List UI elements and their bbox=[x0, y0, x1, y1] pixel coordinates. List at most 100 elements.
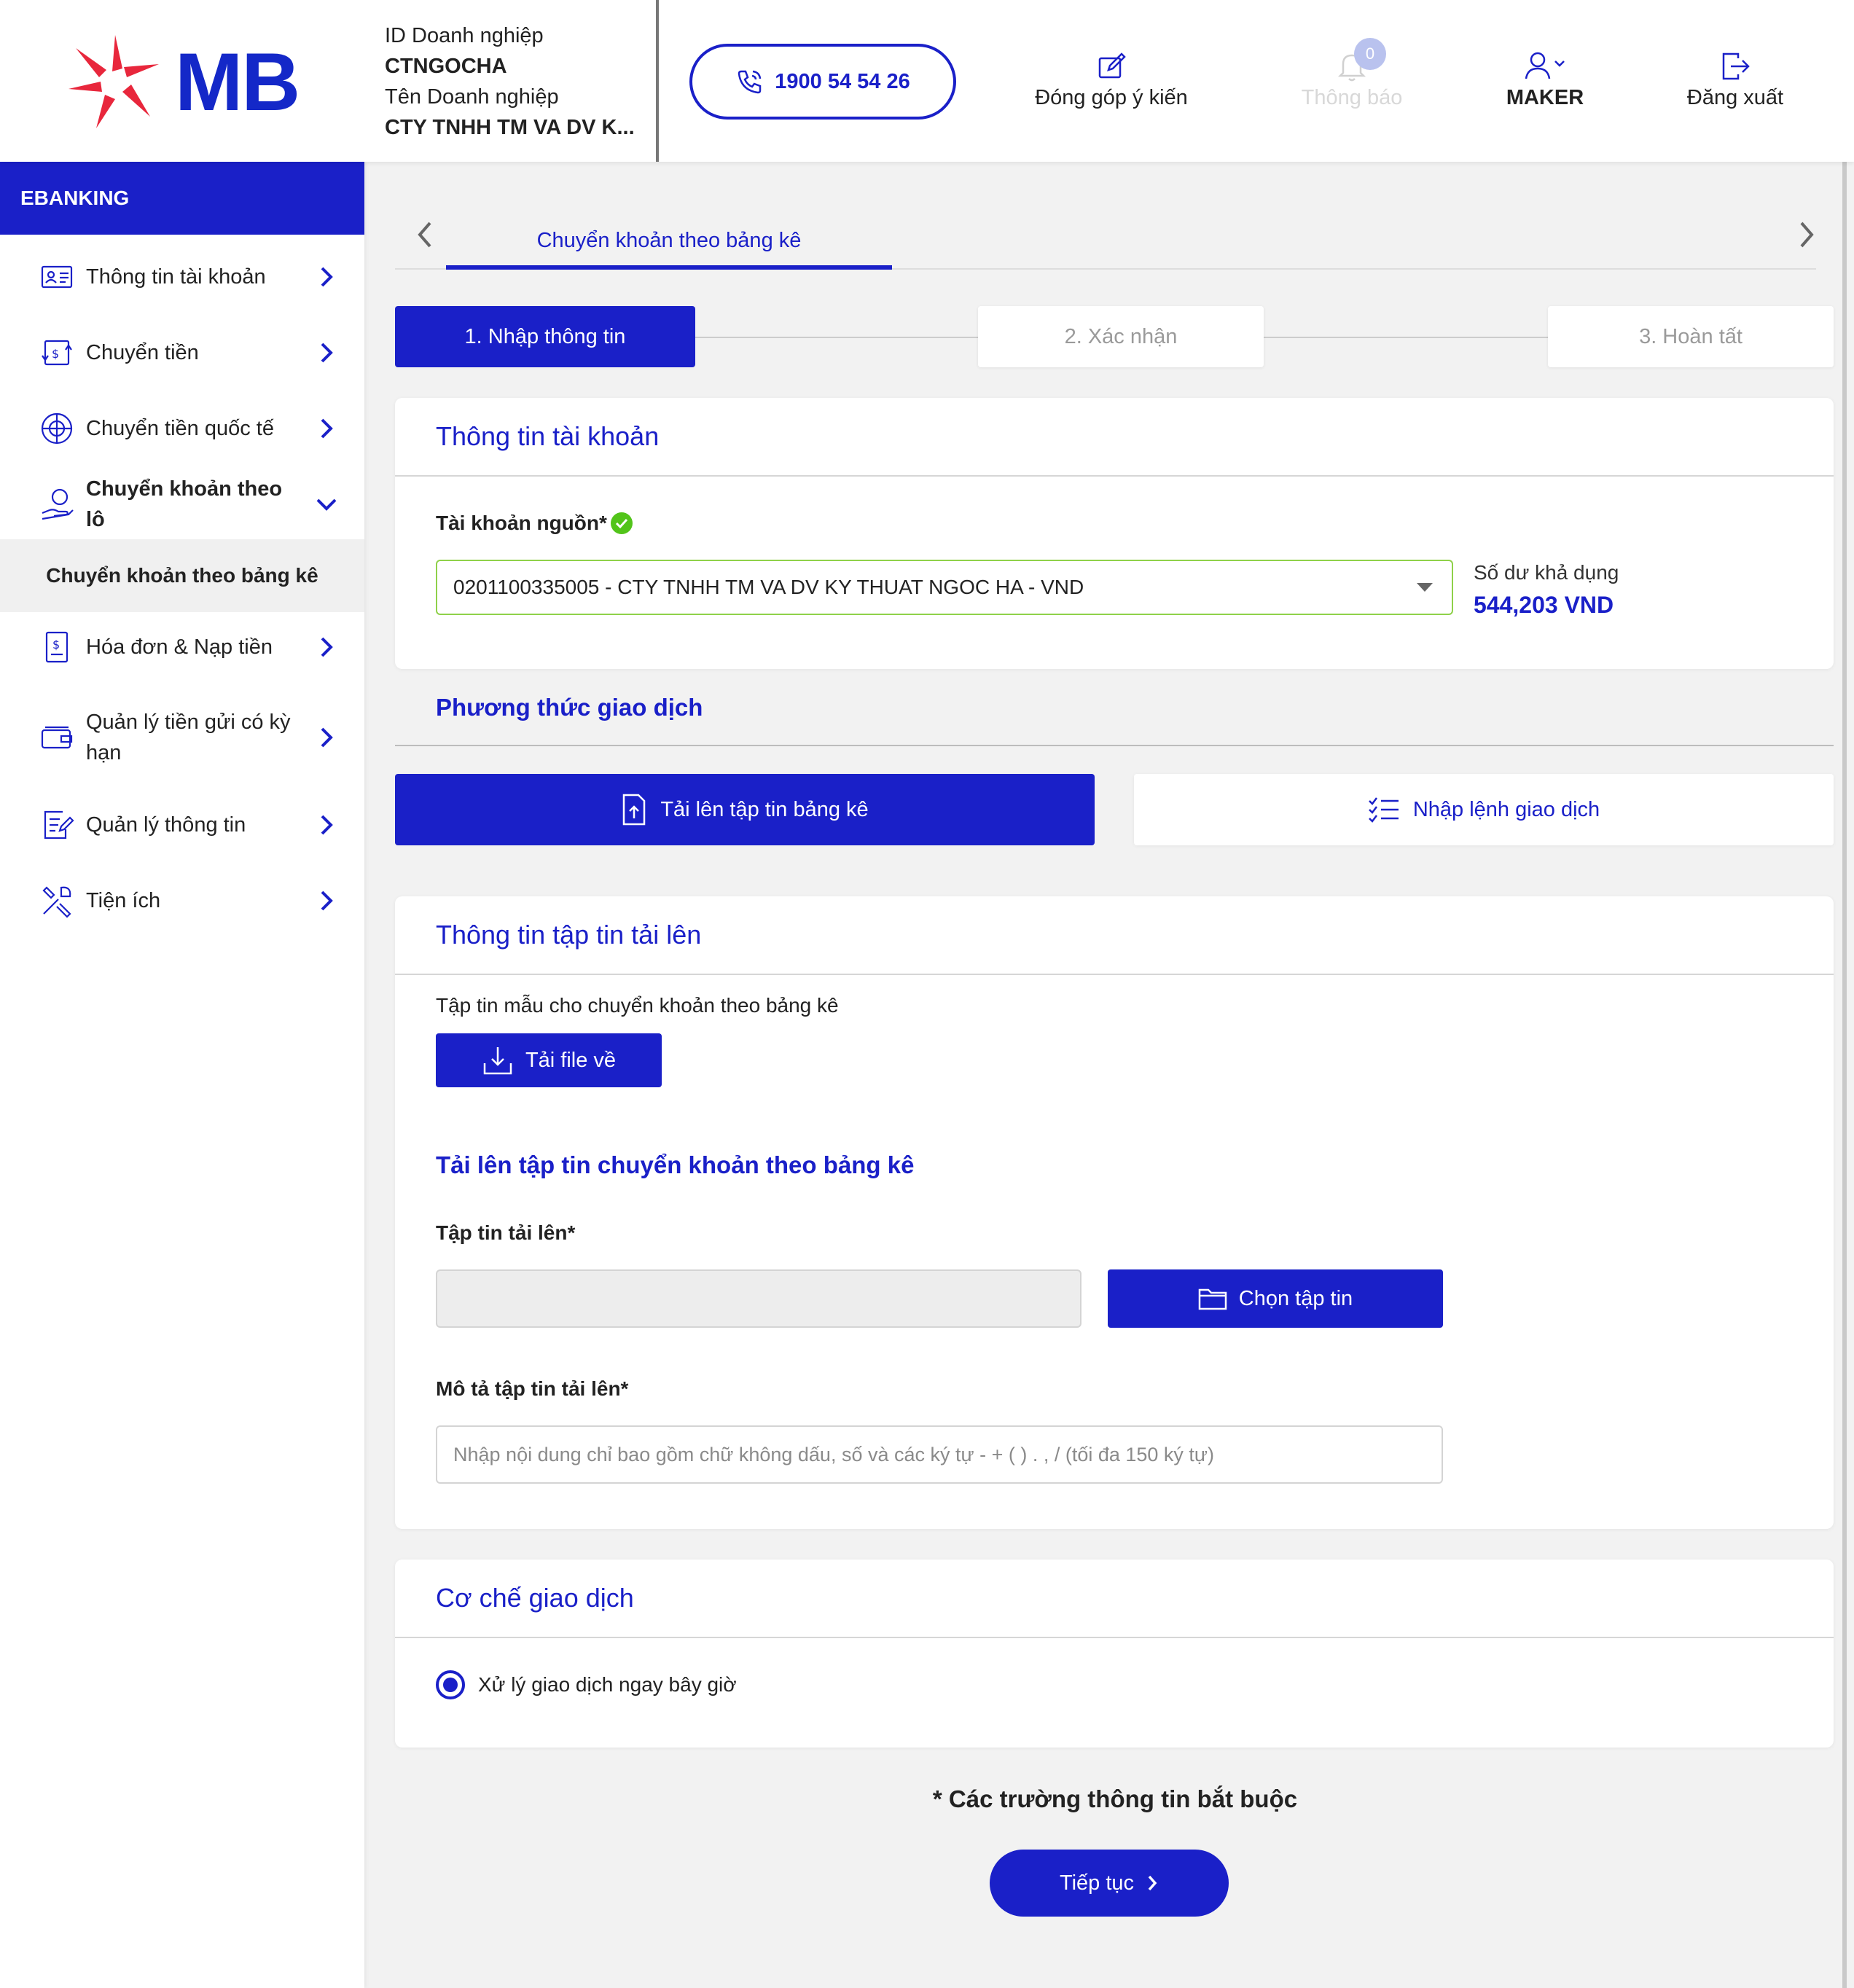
sidebar-item-international-transfer[interactable]: Chuyển tiền quốc tế bbox=[0, 407, 364, 450]
sidebar-item-account-info[interactable]: Thông tin tài khoản bbox=[0, 255, 364, 299]
sidebar-title: EBANKING bbox=[0, 162, 364, 235]
logout-button[interactable]: Đăng xuất bbox=[1681, 48, 1790, 110]
checklist-icon bbox=[1368, 797, 1399, 823]
choose-file-label: Chọn tập tin bbox=[1238, 1286, 1353, 1310]
source-account-label: Tài khoản nguồn* bbox=[436, 512, 607, 534]
account-card-icon bbox=[41, 265, 73, 289]
available-balance-label: Số dư khả dụng bbox=[1474, 561, 1619, 584]
folder-icon bbox=[1198, 1288, 1227, 1310]
sidebar-subitem-statement-transfer[interactable]: Chuyển khoản theo bảng kê bbox=[0, 539, 364, 612]
sidebar-item-transfer[interactable]: $ Chuyển tiền bbox=[0, 331, 364, 375]
notification-label: Thông báo bbox=[1301, 86, 1403, 109]
upload-statement-button[interactable]: Tải lên tập tin bảng kê bbox=[395, 774, 1095, 845]
dropdown-caret-icon bbox=[1417, 583, 1433, 592]
notification-count-badge: 0 bbox=[1354, 38, 1386, 70]
manual-entry-label: Nhập lệnh giao dịch bbox=[1412, 797, 1600, 821]
hotline-number: 1900 54 54 26 bbox=[775, 69, 910, 93]
source-account-select[interactable]: 0201100335005 - CTY TNHH TM VA DV KY THU… bbox=[436, 560, 1453, 615]
tools-icon bbox=[42, 886, 71, 918]
process-now-option[interactable]: Xử lý giao dịch ngay bây giờ bbox=[436, 1670, 737, 1699]
sidebar-item-info-management[interactable]: Quản lý thông tin bbox=[0, 803, 364, 847]
sidebar-item-term-deposit[interactable]: Quản lý tiền gửi có kỳ hạn bbox=[0, 701, 364, 774]
tab-scroll-left-icon[interactable] bbox=[410, 216, 439, 254]
feedback-button[interactable]: Đóng góp ý kiến bbox=[1035, 48, 1188, 110]
sidebar-item-label: Chuyển tiền quốc tế bbox=[86, 417, 274, 440]
upload-file-field[interactable] bbox=[436, 1269, 1082, 1328]
sidebar-item-label: Chuyển khoản theo lô bbox=[86, 477, 283, 531]
upload-statement-label: Tải lên tập tin bảng kê bbox=[660, 797, 869, 821]
available-balance-value: 544,203 VND bbox=[1474, 592, 1614, 618]
logo-text: MB bbox=[175, 36, 300, 128]
mb-logo[interactable]: MB bbox=[64, 32, 305, 131]
manual-entry-button[interactable]: Nhập lệnh giao dịch bbox=[1134, 774, 1834, 845]
user-role: MAKER bbox=[1506, 86, 1584, 109]
company-id: CTNGOCHA bbox=[385, 55, 507, 78]
logout-icon bbox=[1722, 52, 1750, 80]
check-circle-icon bbox=[610, 512, 633, 534]
continue-label: Tiếp tục bbox=[1059, 1871, 1135, 1895]
top-header: MB ID Doanh nghiệp CTNGOCHA Tên Doanh ng… bbox=[0, 0, 1854, 162]
chevron-right-icon bbox=[321, 637, 333, 657]
step-complete: 3. Hoàn tất bbox=[1548, 306, 1834, 367]
step-input-info: 1. Nhập thông tin bbox=[395, 306, 695, 367]
company-info: ID Doanh nghiệp CTNGOCHA Tên Doanh nghiệ… bbox=[385, 20, 654, 143]
sidebar-item-batch-transfer[interactable]: Chuyển khoản theo lô bbox=[0, 477, 364, 531]
wallet-icon bbox=[41, 726, 73, 749]
transaction-method-title: Phương thức giao dịch bbox=[436, 694, 703, 721]
download-template-label: Tải file về bbox=[525, 1048, 617, 1072]
chevron-right-icon bbox=[321, 418, 333, 439]
tab-statement-transfer[interactable]: Chuyển khoản theo bảng kê bbox=[446, 211, 892, 270]
hotline-button[interactable]: 1900 54 54 26 bbox=[689, 44, 956, 120]
chevron-right-icon bbox=[321, 815, 333, 835]
user-chevron-icon bbox=[1525, 52, 1565, 79]
sidebar-item-label: Thông tin tài khoản bbox=[86, 265, 266, 289]
choose-file-button[interactable]: Chọn tập tin bbox=[1108, 1269, 1443, 1328]
sidebar-item-label: Quản lý tiền gửi có kỳ hạn bbox=[86, 711, 291, 764]
company-name: CTY TNHH TM VA DV K... bbox=[385, 116, 635, 139]
sidebar-item-bills-topup[interactable]: $ Hóa đơn & Nạp tiền bbox=[0, 625, 364, 669]
source-account-value: 0201100335005 - CTY TNHH TM VA DV KY THU… bbox=[453, 576, 1084, 598]
chevron-down-icon bbox=[316, 498, 337, 511]
tab-active-indicator bbox=[446, 265, 892, 270]
company-name-label: Tên Doanh nghiệp bbox=[385, 85, 559, 109]
feedback-pen-icon bbox=[1098, 52, 1126, 79]
chevron-right-icon bbox=[321, 267, 333, 287]
chevron-right-icon bbox=[1148, 1875, 1157, 1891]
step-confirm: 2. Xác nhận bbox=[978, 306, 1264, 367]
header-divider bbox=[656, 0, 659, 162]
transaction-mechanism-card: Cơ chế giao dịch bbox=[395, 1560, 1834, 1748]
user-menu-button[interactable]: MAKER bbox=[1501, 48, 1589, 110]
notification-button[interactable]: Thông báo bbox=[1297, 48, 1407, 110]
file-upload-icon bbox=[623, 794, 646, 826]
sidebar-item-utilities[interactable]: Tiện ích bbox=[0, 879, 364, 923]
company-id-label: ID Doanh nghiệp bbox=[385, 24, 544, 47]
svg-text:$: $ bbox=[52, 638, 60, 651]
sidebar-item-label: Quản lý thông tin bbox=[86, 813, 246, 837]
file-description-label: Mô tả tập tin tải lên* bbox=[436, 1377, 629, 1400]
svg-text:$: $ bbox=[52, 347, 59, 361]
chevron-right-icon bbox=[321, 891, 333, 911]
radio-dot bbox=[443, 1678, 458, 1692]
page-scrollbar[interactable] bbox=[1842, 162, 1847, 1988]
sidebar-item-label: Hóa đơn & Nạp tiền bbox=[86, 635, 273, 659]
required-fields-note: * Các trường thông tin bắt buộc bbox=[932, 1785, 1298, 1812]
file-description-input[interactable] bbox=[436, 1425, 1443, 1484]
download-template-button[interactable]: Tải file về bbox=[436, 1033, 662, 1087]
logout-label: Đăng xuất bbox=[1686, 86, 1784, 109]
download-icon bbox=[483, 1047, 512, 1075]
source-account-label-row: Tài khoản nguồn* bbox=[436, 512, 633, 535]
section-divider bbox=[395, 745, 1834, 746]
globe-money-icon bbox=[41, 412, 73, 445]
document-edit-icon bbox=[44, 810, 74, 840]
radio-selected[interactable] bbox=[436, 1670, 465, 1699]
tab-scroll-right-icon[interactable] bbox=[1793, 216, 1822, 254]
sidebar-item-label: Tiện ích bbox=[86, 889, 161, 912]
chevron-right-icon bbox=[321, 727, 333, 748]
bill-icon: $ bbox=[45, 631, 69, 663]
mb-star-icon bbox=[69, 35, 159, 128]
account-info-title: Thông tin tài khoản bbox=[395, 398, 1834, 477]
transfer-icon: $ bbox=[42, 340, 72, 366]
step-connector bbox=[1264, 337, 1548, 338]
process-now-label: Xử lý giao dịch ngay bây giờ bbox=[478, 1673, 737, 1696]
continue-button[interactable]: Tiếp tục bbox=[990, 1850, 1229, 1917]
